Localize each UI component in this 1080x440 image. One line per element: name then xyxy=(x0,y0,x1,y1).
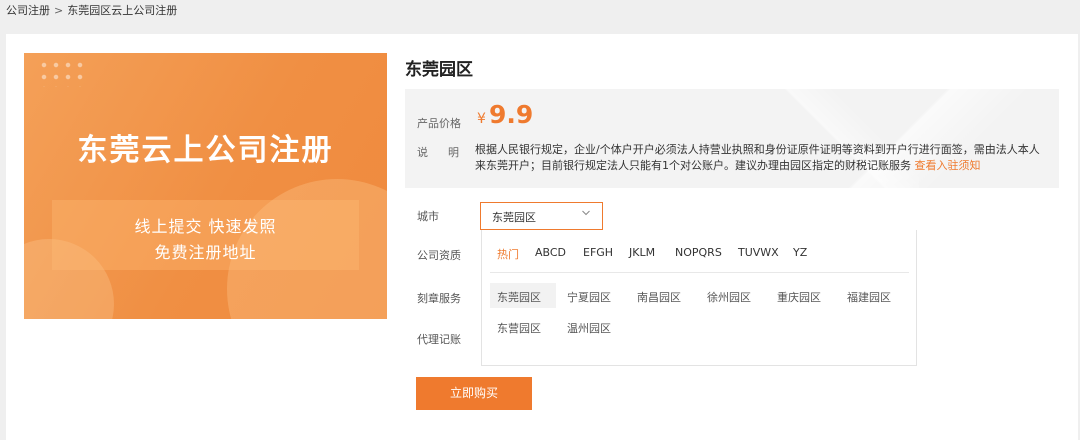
city-label: 城市 xyxy=(417,210,439,223)
park-option[interactable]: 南昌园区 xyxy=(630,283,696,308)
breadcrumb-separator: > xyxy=(54,4,64,17)
city-select[interactable]: 东莞园区 xyxy=(480,202,603,230)
seal-service-label: 刻章服务 xyxy=(417,292,461,305)
park-option[interactable]: 徐州园区 xyxy=(700,283,766,308)
price-value: 9.9 xyxy=(489,100,534,129)
dots-decoration xyxy=(38,59,86,87)
tab-yz[interactable]: YZ xyxy=(793,246,807,259)
description-text: 根据人民银行规定，企业/个体户开户必须法人持营业执照和身份证原件证明等资料到开户… xyxy=(475,142,1045,174)
park-option[interactable]: 东莞园区 xyxy=(490,283,556,308)
product-title: 东莞园区 xyxy=(405,60,473,80)
banner-subtitle-box: 线上提交 快速发照 免费注册地址 xyxy=(52,200,359,270)
breadcrumb-current: 东莞园区云上公司注册 xyxy=(67,4,178,17)
currency-symbol: ¥ xyxy=(477,111,486,127)
qualification-label: 公司资质 xyxy=(417,249,461,262)
breadcrumb: 公司注册 > 东莞园区云上公司注册 xyxy=(6,2,177,18)
tab-jklm[interactable]: JKLM xyxy=(629,246,655,259)
description-label: 说明 xyxy=(417,146,479,159)
tab-divider xyxy=(490,272,909,273)
city-select-value: 东莞园区 xyxy=(492,211,536,224)
breadcrumb-root[interactable]: 公司注册 xyxy=(6,4,50,17)
banner-subtitle-line2: 免费注册地址 xyxy=(154,243,257,262)
tab-efgh[interactable]: EFGH xyxy=(583,246,613,259)
price-panel: 产品价格 ¥ 9.9 说明 根据人民银行规定，企业/个体户开户必须法人持营业执照… xyxy=(405,89,1059,188)
banner-title: 东莞云上公司注册 xyxy=(77,133,334,168)
entry-notice-link[interactable]: 查看入驻须知 xyxy=(915,159,981,172)
park-option[interactable]: 温州园区 xyxy=(560,314,626,339)
banner-subtitle-line1: 线上提交 快速发照 xyxy=(134,217,277,236)
tab-nopqrs[interactable]: NOPQRS xyxy=(675,246,722,259)
accounting-service-label: 代理记账 xyxy=(417,333,461,346)
park-option[interactable]: 宁夏园区 xyxy=(560,283,626,308)
park-option[interactable]: 重庆园区 xyxy=(770,283,836,308)
tab-hot[interactable]: 热门 xyxy=(497,246,519,262)
buy-now-button[interactable]: 立即购买 xyxy=(416,377,532,410)
tab-tuvwx[interactable]: TUVWX xyxy=(738,246,779,259)
chevron-down-icon xyxy=(582,210,590,216)
product-banner: 东莞云上公司注册 线上提交 快速发照 免费注册地址 xyxy=(24,53,387,319)
product-card: 东莞云上公司注册 线上提交 快速发照 免费注册地址 东莞园区 产品价格 ¥ 9.… xyxy=(6,34,1078,440)
tab-abcd[interactable]: ABCD xyxy=(535,246,566,259)
park-option[interactable]: 福建园区 xyxy=(840,283,906,308)
city-dropdown: 热门 ABCD EFGH JKLM NOPQRS TUVWX YZ 东莞园区 宁… xyxy=(481,230,917,366)
park-option[interactable]: 东营园区 xyxy=(490,314,556,339)
price-label: 产品价格 xyxy=(417,117,461,130)
